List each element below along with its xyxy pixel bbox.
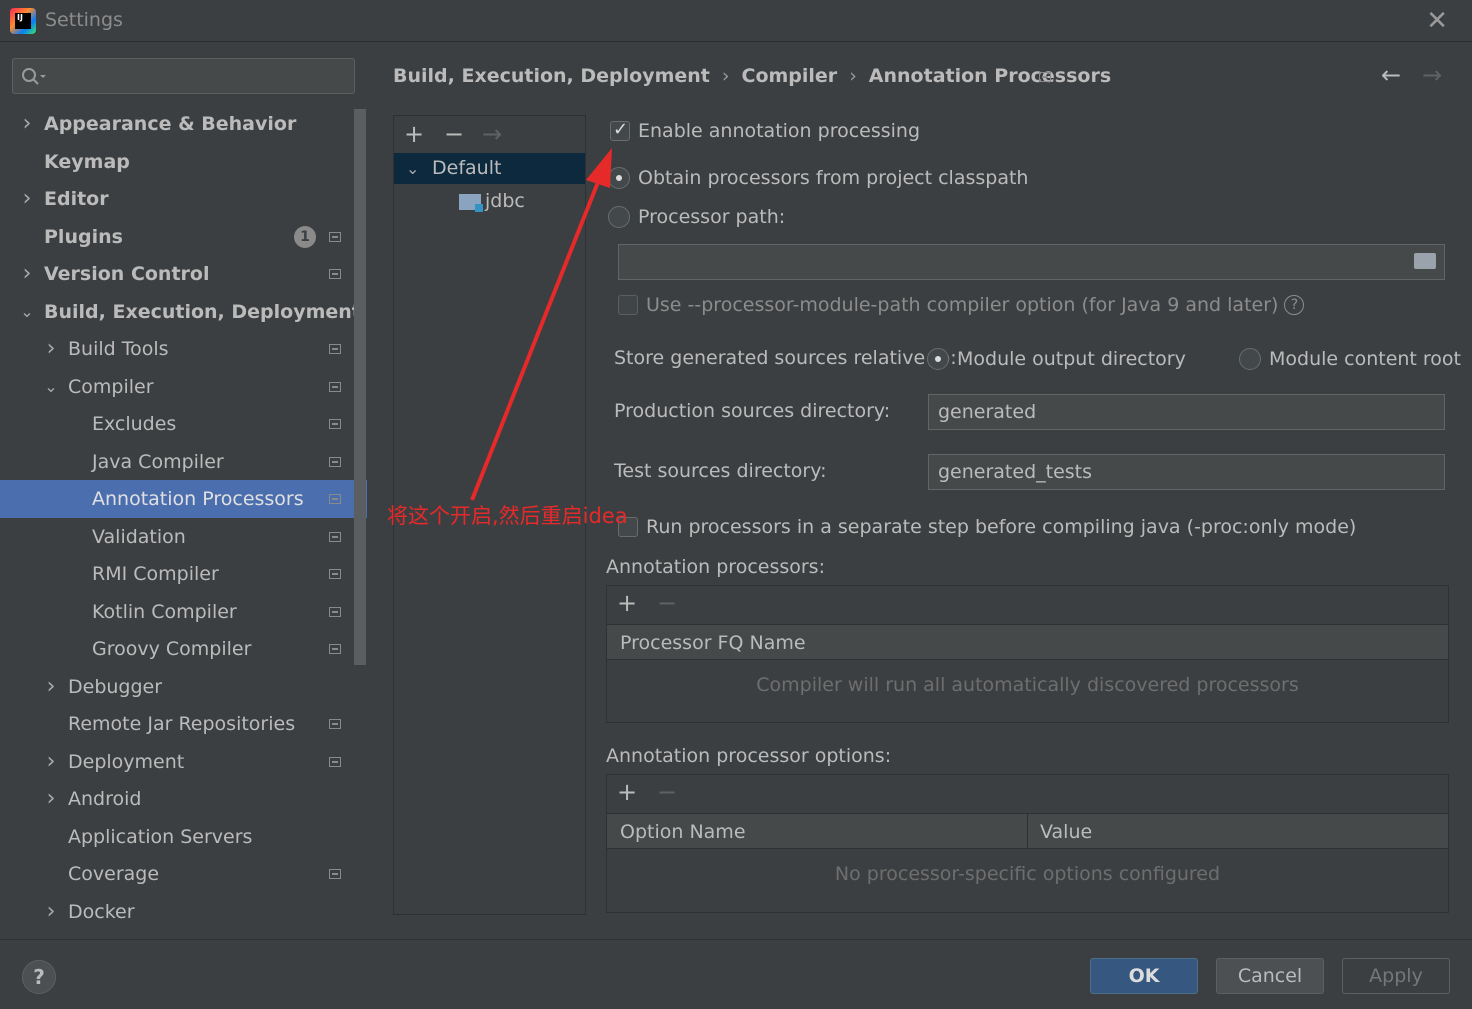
help-button[interactable]: ? bbox=[22, 960, 56, 994]
cancel-button[interactable]: Cancel bbox=[1216, 958, 1324, 994]
apply-button[interactable]: Apply bbox=[1342, 958, 1450, 994]
annotation-note: 将这个开启,然后重启idea bbox=[387, 504, 628, 528]
dialog-footer: ? OK Cancel Apply bbox=[0, 939, 1472, 1009]
annotation-arrow bbox=[470, 148, 612, 501]
ok-button[interactable]: OK bbox=[1090, 958, 1198, 994]
